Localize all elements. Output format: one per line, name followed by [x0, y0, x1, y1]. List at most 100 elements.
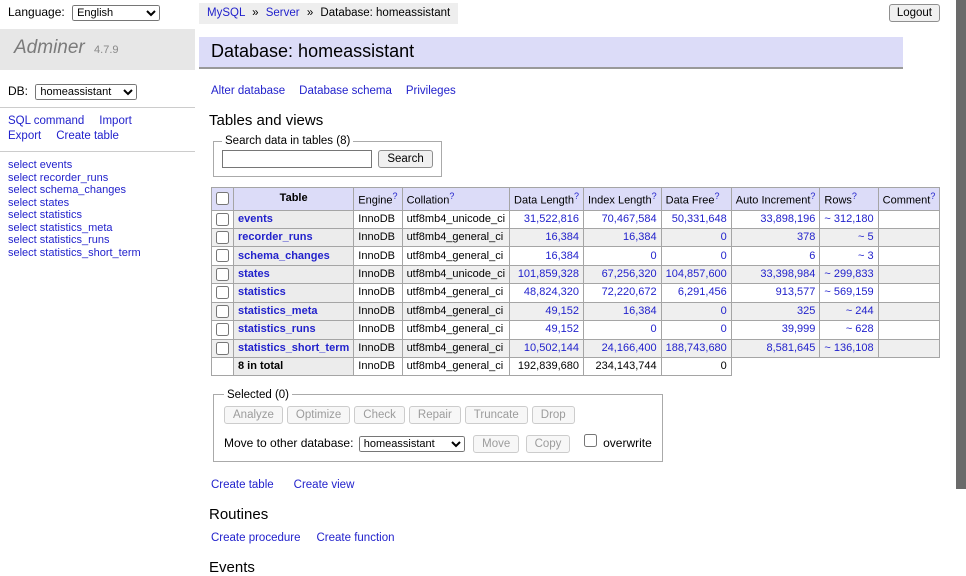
sidebar-action-create-table[interactable]: Create table	[56, 130, 119, 142]
table-link[interactable]: events	[238, 213, 273, 225]
column-help-icon[interactable]: ?	[449, 191, 454, 201]
language-select[interactable]: English	[72, 5, 160, 21]
data-free-link[interactable]: 0	[721, 250, 727, 262]
auto-increment-link[interactable]: 6	[809, 250, 815, 262]
search-input[interactable]	[222, 150, 372, 168]
rows-link[interactable]: ~ 244	[846, 305, 874, 317]
sidebar-item-recorder_runs[interactable]: select recorder_runs	[8, 172, 187, 185]
sidebar-item-events[interactable]: select events	[8, 159, 187, 172]
breadcrumb-link-mysql[interactable]: MySQL	[207, 7, 245, 19]
rows-link[interactable]: ~ 3	[858, 250, 874, 262]
nav-link-database-schema[interactable]: Database schema	[299, 85, 392, 97]
rows-link[interactable]: ~ 628	[846, 323, 874, 335]
index-length-link[interactable]: 0	[651, 250, 657, 262]
rows-link[interactable]: ~ 569,159	[824, 286, 873, 298]
nav-link-alter-database[interactable]: Alter database	[211, 85, 285, 97]
table-link[interactable]: schema_changes	[238, 250, 330, 262]
table-link[interactable]: states	[238, 268, 270, 280]
create-link-create-table[interactable]: Create table	[211, 479, 274, 491]
rows-link[interactable]: ~ 299,833	[824, 268, 873, 280]
auto-increment-link[interactable]: 39,999	[782, 323, 816, 335]
sidebar-item-statistics_runs[interactable]: select statistics_runs	[8, 234, 187, 247]
create-link-create-view[interactable]: Create view	[294, 479, 355, 491]
row-checkbox[interactable]	[216, 268, 229, 281]
column-help-icon[interactable]: ?	[574, 191, 579, 201]
sidebar-item-statistics[interactable]: select statistics	[8, 209, 187, 222]
data-free-link[interactable]: 104,857,600	[666, 268, 727, 280]
data-length-link[interactable]: 48,824,320	[524, 286, 579, 298]
analyze-button[interactable]: Analyze	[224, 406, 283, 424]
sidebar-item-statistics_meta[interactable]: select statistics_meta	[8, 222, 187, 235]
repair-button[interactable]: Repair	[409, 406, 461, 424]
nav-link-privileges[interactable]: Privileges	[406, 85, 456, 97]
auto-increment-link[interactable]: 33,898,196	[760, 213, 815, 225]
index-length-link[interactable]: 70,467,584	[602, 213, 657, 225]
row-checkbox[interactable]	[216, 213, 229, 226]
auto-increment-link[interactable]: 8,581,645	[766, 342, 815, 354]
scrollbar-thumb[interactable]	[956, 0, 966, 489]
logout-button[interactable]: Logout	[889, 4, 940, 22]
sidebar-item-statistics_short_term[interactable]: select statistics_short_term	[8, 247, 187, 260]
column-help-icon[interactable]: ?	[393, 191, 398, 201]
rows-link[interactable]: ~ 136,108	[824, 342, 873, 354]
move-db-select[interactable]: homeassistant	[359, 436, 465, 452]
data-free-link[interactable]: 0	[721, 305, 727, 317]
routine-link-create-procedure[interactable]: Create procedure	[211, 532, 301, 544]
truncate-button[interactable]: Truncate	[465, 406, 528, 424]
db-select[interactable]: homeassistant	[35, 84, 137, 100]
drop-button[interactable]: Drop	[532, 406, 575, 424]
sidebar-item-schema_changes[interactable]: select schema_changes	[8, 184, 187, 197]
data-free-link[interactable]: 50,331,648	[672, 213, 727, 225]
rows-link[interactable]: ~ 5	[858, 231, 874, 243]
auto-increment-link[interactable]: 325	[797, 305, 815, 317]
auto-increment-link[interactable]: 33,398,984	[760, 268, 815, 280]
table-link[interactable]: statistics	[238, 286, 286, 298]
row-checkbox[interactable]	[216, 286, 229, 299]
column-help-icon[interactable]: ?	[715, 191, 720, 201]
column-help-icon[interactable]: ?	[652, 191, 657, 201]
table-link[interactable]: statistics_short_term	[238, 342, 349, 354]
move-button[interactable]: Move	[473, 435, 519, 453]
table-link[interactable]: recorder_runs	[238, 231, 313, 243]
column-help-icon[interactable]: ?	[852, 191, 857, 201]
data-free-link[interactable]: 0	[721, 231, 727, 243]
optimize-button[interactable]: Optimize	[287, 406, 350, 424]
index-length-link[interactable]: 0	[651, 323, 657, 335]
index-length-link[interactable]: 16,384	[623, 305, 657, 317]
index-length-link[interactable]: 16,384	[623, 231, 657, 243]
sidebar-action-import[interactable]: Import	[99, 115, 132, 127]
index-length-link[interactable]: 67,256,320	[602, 268, 657, 280]
column-help-icon[interactable]: ?	[810, 191, 815, 201]
vertical-scrollbar[interactable]	[955, 0, 966, 543]
select-all-checkbox[interactable]	[216, 192, 229, 205]
data-length-link[interactable]: 16,384	[545, 250, 579, 262]
row-checkbox[interactable]	[216, 249, 229, 262]
index-length-link[interactable]: 24,166,400	[602, 342, 657, 354]
data-length-link[interactable]: 49,152	[545, 305, 579, 317]
data-length-link[interactable]: 16,384	[545, 231, 579, 243]
row-checkbox[interactable]	[216, 231, 229, 244]
rows-link[interactable]: ~ 312,180	[824, 213, 873, 225]
data-free-link[interactable]: 188,743,680	[666, 342, 727, 354]
sidebar-action-sql-command[interactable]: SQL command	[8, 115, 84, 127]
table-link[interactable]: statistics_meta	[238, 305, 318, 317]
copy-button[interactable]: Copy	[526, 435, 571, 453]
routine-link-create-function[interactable]: Create function	[317, 532, 395, 544]
data-length-link[interactable]: 31,522,816	[524, 213, 579, 225]
overwrite-checkbox[interactable]	[584, 434, 597, 447]
data-length-link[interactable]: 101,859,328	[518, 268, 579, 280]
auto-increment-link[interactable]: 378	[797, 231, 815, 243]
sidebar-item-states[interactable]: select states	[8, 197, 187, 210]
check-button[interactable]: Check	[354, 406, 405, 424]
data-length-link[interactable]: 49,152	[545, 323, 579, 335]
search-button[interactable]: Search	[378, 150, 432, 168]
row-checkbox[interactable]	[216, 323, 229, 336]
data-length-link[interactable]: 10,502,144	[524, 342, 579, 354]
sidebar-action-export[interactable]: Export	[8, 130, 41, 142]
data-free-link[interactable]: 0	[721, 323, 727, 335]
row-checkbox[interactable]	[216, 305, 229, 318]
breadcrumb-link-server[interactable]: Server	[266, 7, 300, 19]
index-length-link[interactable]: 72,220,672	[602, 286, 657, 298]
table-link[interactable]: statistics_runs	[238, 323, 316, 335]
auto-increment-link[interactable]: 913,577	[776, 286, 816, 298]
